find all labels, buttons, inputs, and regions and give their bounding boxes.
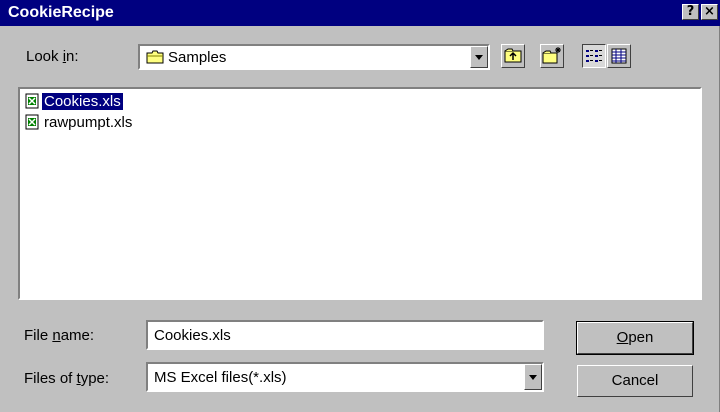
file-item-cookies[interactable]: Cookies.xls (24, 92, 123, 110)
help-button[interactable]: ? (682, 4, 699, 20)
look-in-label: Look in: (26, 48, 79, 65)
open-file-dialog: CookieRecipe ? × Look in: Samples Cookie… (0, 0, 720, 412)
chevron-down-icon (529, 375, 537, 380)
look-in-dropdown[interactable]: Samples (138, 44, 490, 70)
up-folder-icon (504, 48, 522, 63)
list-view-icon (586, 50, 602, 62)
cancel-button[interactable]: Cancel (577, 365, 693, 397)
file-item-rawpumpt[interactable]: rawpumpt.xls (24, 113, 134, 131)
files-of-type-value: MS Excel files(*.xls) (154, 369, 287, 386)
details-view-button[interactable] (607, 44, 631, 68)
new-folder-icon (542, 47, 561, 64)
title-bar[interactable]: CookieRecipe ? × (0, 0, 720, 26)
excel-file-icon (24, 114, 40, 130)
file-name-input[interactable]: Cookies.xls (146, 320, 544, 350)
look-in-dropdown-button[interactable] (470, 46, 488, 68)
files-of-type-dropdown[interactable]: MS Excel files(*.xls) (146, 362, 544, 392)
up-one-level-button[interactable] (501, 44, 525, 68)
folder-icon (146, 50, 164, 69)
file-name-label: File name: (24, 327, 95, 344)
details-view-icon (611, 48, 627, 64)
look-in-value: Samples (168, 49, 227, 66)
chevron-down-icon (475, 55, 483, 60)
close-button[interactable]: × (701, 4, 718, 20)
excel-file-icon (24, 93, 40, 109)
window-title: CookieRecipe (8, 4, 114, 21)
file-list[interactable]: Cookies.xls rawpumpt.xls (18, 87, 702, 300)
files-of-type-dropdown-button[interactable] (524, 364, 542, 390)
list-view-button[interactable] (582, 44, 606, 68)
files-of-type-label: Files of type: (24, 370, 110, 387)
file-name-value: Cookies.xls (154, 327, 231, 344)
file-item-label: Cookies.xls (42, 92, 123, 110)
file-item-label: rawpumpt.xls (44, 113, 133, 131)
open-button[interactable]: Open (576, 321, 694, 355)
create-new-folder-button[interactable] (540, 44, 564, 68)
